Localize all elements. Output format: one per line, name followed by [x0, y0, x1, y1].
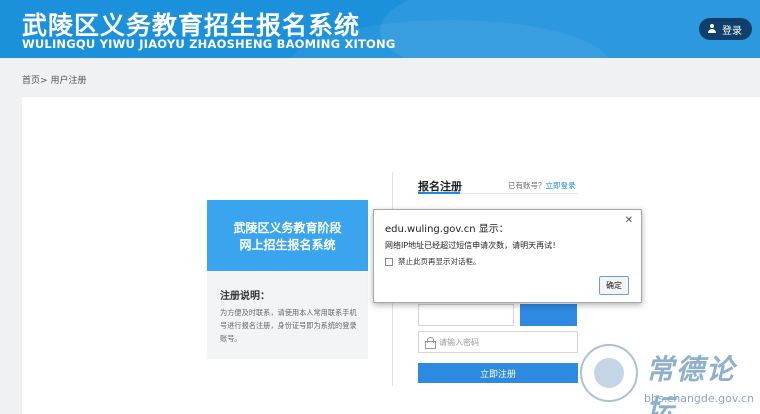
- user-icon: [707, 24, 717, 34]
- watermark-url: bbs.changde.gov.cn: [644, 392, 755, 405]
- login-now-link[interactable]: 立即登录: [546, 181, 576, 190]
- password-input[interactable]: 请输入密码: [418, 331, 578, 353]
- breadcrumb-current: 用户注册: [50, 76, 87, 86]
- password-placeholder: 请输入密码: [439, 337, 479, 347]
- alert-dialog: edu.wuling.gov.cn 显示： ✕ 网络IP地址已经超过短信申请次数…: [373, 209, 642, 303]
- banner-line-1: 武陵区义务教育阶段: [233, 221, 342, 235]
- close-icon[interactable]: ✕: [625, 215, 633, 226]
- dialog-message: 网络IP地址已经超过短信申请次数，请明天再试！: [385, 241, 561, 250]
- login-button-label: 登录: [722, 25, 742, 37]
- suppress-dialog-checkbox[interactable]: 禁止此页再显示对话框。: [385, 256, 481, 267]
- dialog-ok-button[interactable]: 确定: [599, 276, 629, 295]
- system-banner: 武陵区义务教育阶段 网上招生报名系统: [207, 200, 368, 271]
- checkbox-box[interactable]: [385, 257, 393, 266]
- register-button[interactable]: 立即注册: [418, 363, 578, 383]
- login-button[interactable]: 登录: [699, 18, 752, 40]
- lock-icon: [425, 337, 436, 349]
- get-sms-code-button[interactable]: [520, 304, 577, 326]
- banner-line-2: 网上招生报名系统: [239, 238, 336, 252]
- sms-code-input[interactable]: [418, 304, 514, 326]
- dialog-title: edu.wuling.gov.cn 显示：: [385, 224, 509, 235]
- have-account-label: 已有账号？: [508, 181, 546, 190]
- breadcrumb-home-link[interactable]: 首页>: [22, 73, 48, 86]
- have-account-text: 已有账号？立即登录: [508, 180, 576, 191]
- note-title: 注册说明：: [220, 291, 270, 302]
- watermark: 常德论坛 bbs.changde.gov.cn: [576, 342, 760, 414]
- site-header: 武陵区义务教育招生报名系统 WULINGQU YIWU JIAOYU ZHAOS…: [0, 0, 760, 58]
- site-subtitle: WULINGQU YIWU JIAOYU ZHAOSHENG BAOMING X…: [22, 37, 396, 51]
- breadcrumb: 首页> 用户注册: [22, 73, 87, 86]
- watermark-seal-center: [594, 358, 624, 388]
- registration-info-card: 武陵区义务教育阶段 网上招生报名系统 注册说明： 为方便及时联系，请使用本人常用…: [207, 200, 368, 359]
- note-body: 为方便及时联系，请使用本人常用联系手机号进行报名注册，身份证号即为系统的登录账号…: [220, 308, 357, 343]
- checkbox-label: 禁止此页再显示对话框。: [398, 257, 481, 266]
- form-title-underline: [418, 192, 460, 194]
